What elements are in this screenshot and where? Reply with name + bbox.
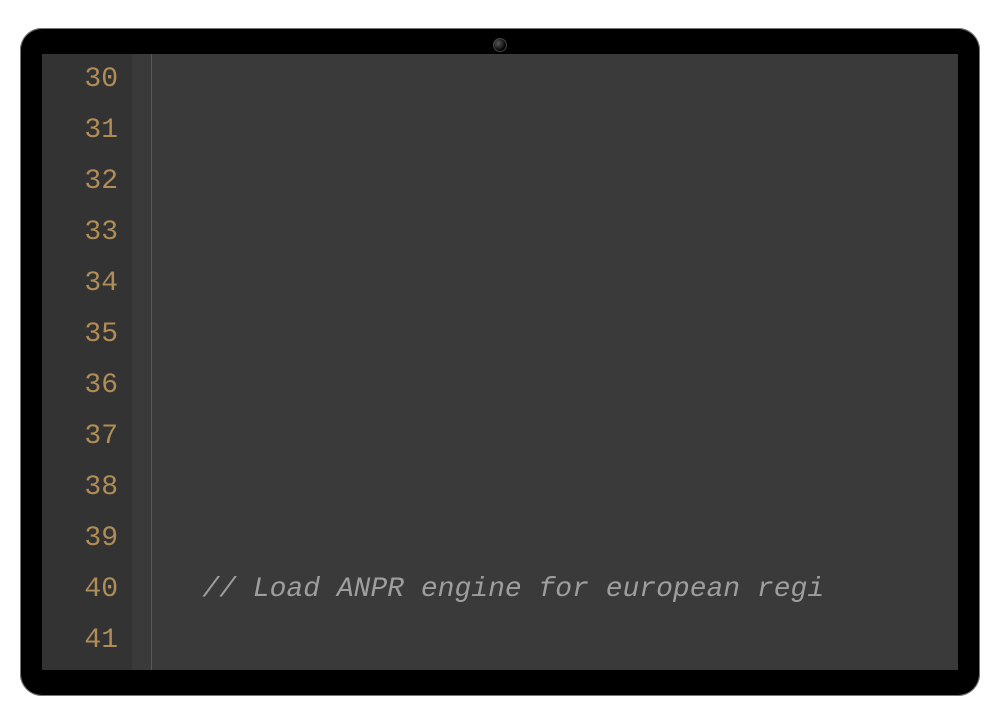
line-number-gutter: 30 31 32 33 34 35 36 37 38 39 40 41 [42,54,132,670]
line-number: 36 [42,360,118,411]
code-content[interactable]: // Load ANPR engine for european regi cm… [132,54,958,670]
tablet-camera [493,38,507,52]
line-number: 33 [42,207,118,258]
line-number: 40 [42,564,118,615]
tablet-device-frame: 30 31 32 33 34 35 36 37 38 39 40 41 [20,28,980,696]
line-number: 32 [42,156,118,207]
line-number: 37 [42,411,118,462]
line-number: 39 [42,513,118,564]
line-number: 41 [42,615,118,666]
screen: 30 31 32 33 34 35 36 37 38 39 40 41 [42,54,958,670]
line-number: 34 [42,258,118,309]
code-editor: 30 31 32 33 34 35 36 37 38 39 40 41 [42,54,958,670]
line-number: 35 [42,309,118,360]
comment-token: // Load ANPR engine for european regi [202,574,824,605]
line-number: 30 [42,54,118,105]
line-number: 38 [42,462,118,513]
code-line [152,360,958,411]
code-line: // Load ANPR engine for european regi [152,564,958,615]
line-number: 31 [42,105,118,156]
